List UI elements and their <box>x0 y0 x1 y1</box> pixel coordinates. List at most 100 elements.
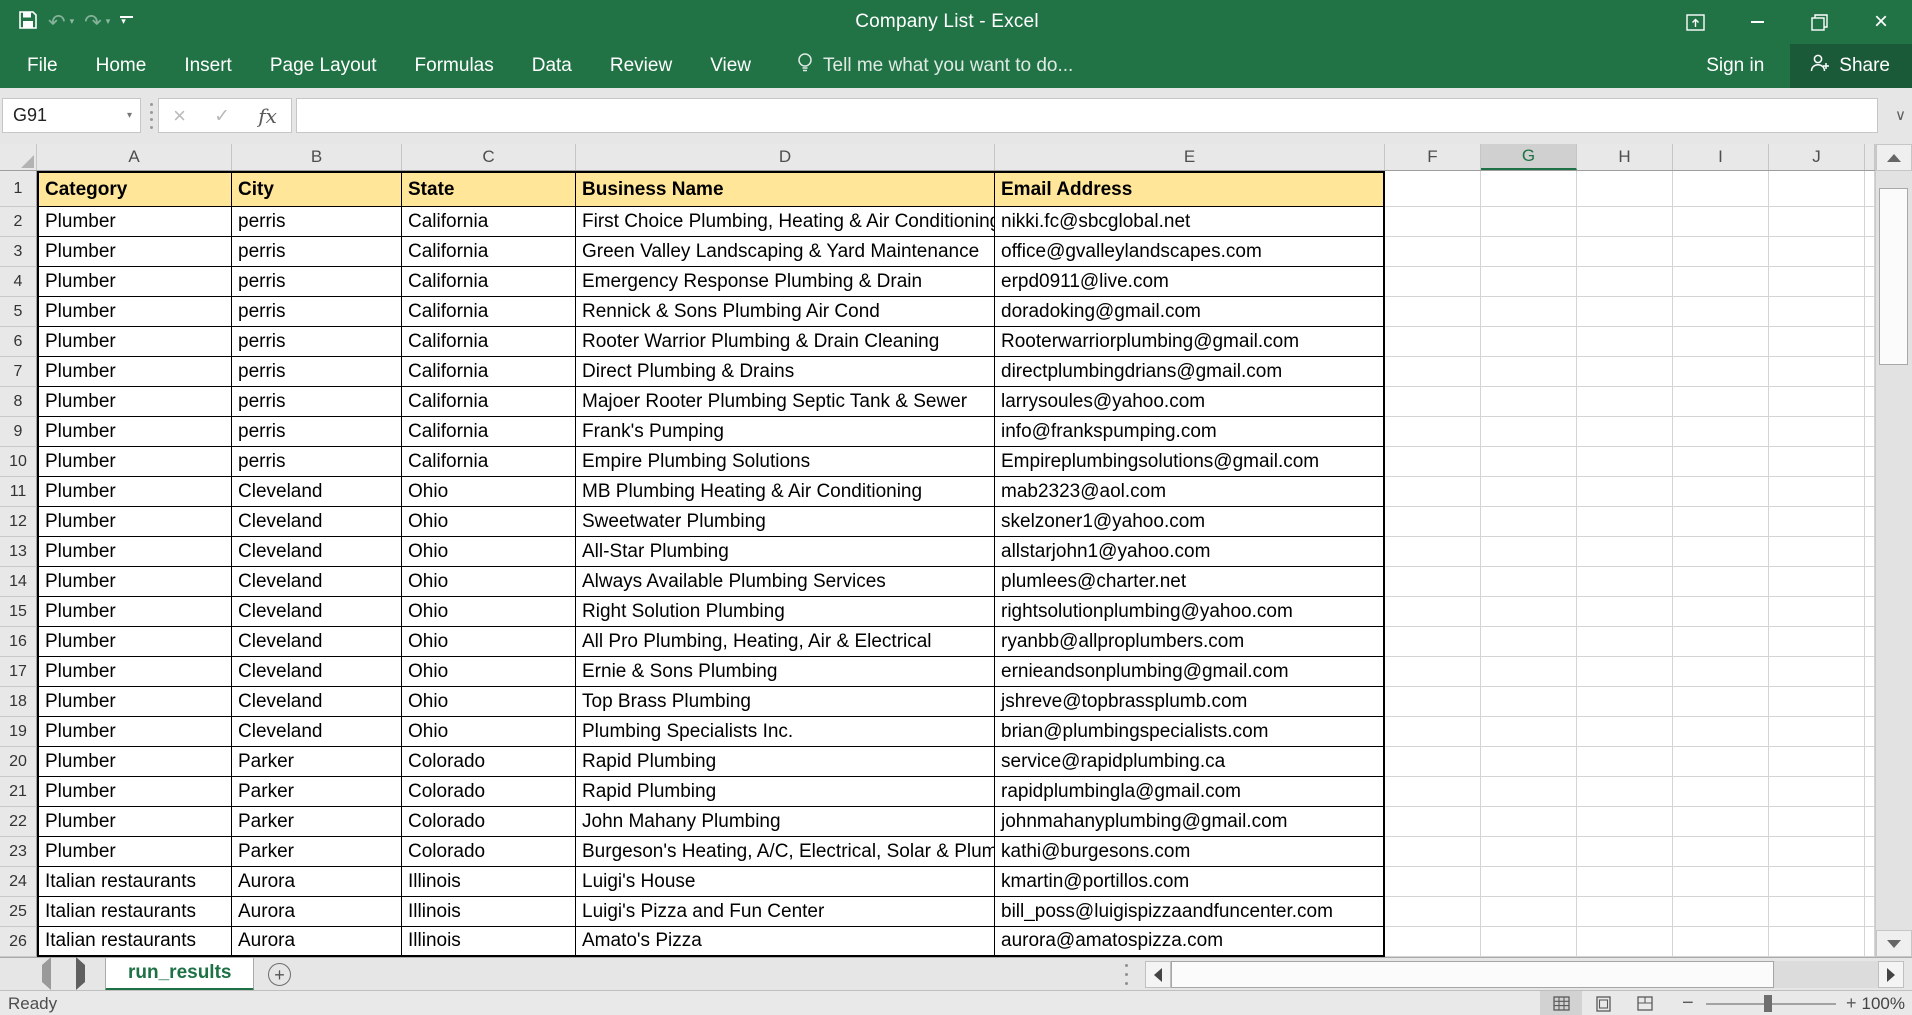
cell-J19[interactable] <box>1769 717 1865 747</box>
cell-K15[interactable] <box>1865 597 1875 627</box>
enter-check-icon[interactable]: ✓ <box>214 105 230 127</box>
cell-I26[interactable] <box>1673 927 1769 957</box>
cell-J2[interactable] <box>1769 207 1865 237</box>
cell-J20[interactable] <box>1769 747 1865 777</box>
cell-E25[interactable]: bill_poss@luigispizzaandfuncenter.com <box>995 897 1385 927</box>
cell-G19[interactable] <box>1481 717 1577 747</box>
cell-K4[interactable] <box>1865 267 1875 297</box>
cell-C24[interactable]: Illinois <box>402 867 576 897</box>
cell-D3[interactable]: Green Valley Landscaping & Yard Maintena… <box>576 237 995 267</box>
row-header-23[interactable]: 23 <box>0 837 37 867</box>
cell-H10[interactable] <box>1577 447 1673 477</box>
ribbon-tab-page-layout[interactable]: Page Layout <box>251 44 396 88</box>
cell-E2[interactable]: nikki.fc@sbcglobal.net <box>995 207 1385 237</box>
cell-F4[interactable] <box>1385 267 1481 297</box>
cell-A22[interactable]: Plumber <box>37 807 232 837</box>
cell-C3[interactable]: California <box>402 237 576 267</box>
cell-J1[interactable] <box>1769 171 1865 207</box>
cell-I14[interactable] <box>1673 567 1769 597</box>
cell-D18[interactable]: Top Brass Plumbing <box>576 687 995 717</box>
cell-J5[interactable] <box>1769 297 1865 327</box>
cell-A9[interactable]: Plumber <box>37 417 232 447</box>
cell-B17[interactable]: Cleveland <box>232 657 402 687</box>
cell-C7[interactable]: California <box>402 357 576 387</box>
cell-K1[interactable] <box>1865 171 1875 207</box>
cell-D23[interactable]: Burgeson's Heating, A/C, Electrical, Sol… <box>576 837 995 867</box>
cell-I4[interactable] <box>1673 267 1769 297</box>
cell-J24[interactable] <box>1769 867 1865 897</box>
cell-I16[interactable] <box>1673 627 1769 657</box>
cell-E22[interactable]: johnmahanyplumbing@gmail.com <box>995 807 1385 837</box>
cell-J14[interactable] <box>1769 567 1865 597</box>
cell-B21[interactable]: Parker <box>232 777 402 807</box>
share-button[interactable]: Share <box>1790 44 1912 88</box>
column-header-J[interactable]: J <box>1769 144 1865 170</box>
cell-C11[interactable]: Ohio <box>402 477 576 507</box>
column-header-H[interactable]: H <box>1577 144 1673 170</box>
cell-D21[interactable]: Rapid Plumbing <box>576 777 995 807</box>
cell-H1[interactable] <box>1577 171 1673 207</box>
cell-H3[interactable] <box>1577 237 1673 267</box>
cell-G21[interactable] <box>1481 777 1577 807</box>
cancel-icon[interactable]: × <box>173 103 186 129</box>
cell-A21[interactable]: Plumber <box>37 777 232 807</box>
ribbon-tab-formulas[interactable]: Formulas <box>396 44 513 88</box>
cell-K24[interactable] <box>1865 867 1875 897</box>
cell-I23[interactable] <box>1673 837 1769 867</box>
ribbon-tab-review[interactable]: Review <box>591 44 691 88</box>
customize-quick-access-icon[interactable]: ▾ <box>120 16 133 28</box>
cell-C1[interactable]: State <box>402 171 576 207</box>
cell-F18[interactable] <box>1385 687 1481 717</box>
cell-I13[interactable] <box>1673 537 1769 567</box>
row-header-7[interactable]: 7 <box>0 357 37 387</box>
page-layout-view-icon[interactable] <box>1582 991 1624 1015</box>
cell-A19[interactable]: Plumber <box>37 717 232 747</box>
cell-G22[interactable] <box>1481 807 1577 837</box>
cell-E21[interactable]: rapidplumbingla@gmail.com <box>995 777 1385 807</box>
cell-G6[interactable] <box>1481 327 1577 357</box>
cell-G24[interactable] <box>1481 867 1577 897</box>
cell-J17[interactable] <box>1769 657 1865 687</box>
cell-B14[interactable]: Cleveland <box>232 567 402 597</box>
cell-F20[interactable] <box>1385 747 1481 777</box>
horizontal-scrollbar[interactable] <box>1145 961 1904 988</box>
cell-E6[interactable]: Rooterwarriorplumbing@gmail.com <box>995 327 1385 357</box>
cell-I17[interactable] <box>1673 657 1769 687</box>
cell-H26[interactable] <box>1577 927 1673 957</box>
cell-J3[interactable] <box>1769 237 1865 267</box>
cell-A20[interactable]: Plumber <box>37 747 232 777</box>
cell-A8[interactable]: Plumber <box>37 387 232 417</box>
cell-H15[interactable] <box>1577 597 1673 627</box>
row-header-8[interactable]: 8 <box>0 387 37 417</box>
cell-I2[interactable] <box>1673 207 1769 237</box>
cell-E4[interactable]: erpd0911@live.com <box>995 267 1385 297</box>
cell-G3[interactable] <box>1481 237 1577 267</box>
cell-J15[interactable] <box>1769 597 1865 627</box>
cell-H8[interactable] <box>1577 387 1673 417</box>
cell-D7[interactable]: Direct Plumbing & Drains <box>576 357 995 387</box>
zoom-level[interactable]: 100% <box>1862 994 1905 1014</box>
cell-J26[interactable] <box>1769 927 1865 957</box>
cell-E23[interactable]: kathi@burgesons.com <box>995 837 1385 867</box>
cell-K14[interactable] <box>1865 567 1875 597</box>
cell-I10[interactable] <box>1673 447 1769 477</box>
cell-E24[interactable]: kmartin@portillos.com <box>995 867 1385 897</box>
row-header-1[interactable]: 1 <box>0 171 37 207</box>
cell-F7[interactable] <box>1385 357 1481 387</box>
cell-D12[interactable]: Sweetwater Plumbing <box>576 507 995 537</box>
tell-me-box[interactable]: Tell me what you want to do... <box>796 52 1073 80</box>
cell-H19[interactable] <box>1577 717 1673 747</box>
cell-D4[interactable]: Emergency Response Plumbing & Drain <box>576 267 995 297</box>
vertical-scrollbar[interactable] <box>1875 144 1912 957</box>
cell-H22[interactable] <box>1577 807 1673 837</box>
cell-C15[interactable]: Ohio <box>402 597 576 627</box>
cell-H6[interactable] <box>1577 327 1673 357</box>
cell-D15[interactable]: Right Solution Plumbing <box>576 597 995 627</box>
cell-E26[interactable]: aurora@amatospizza.com <box>995 927 1385 957</box>
cell-B7[interactable]: perris <box>232 357 402 387</box>
cell-A18[interactable]: Plumber <box>37 687 232 717</box>
row-header-16[interactable]: 16 <box>0 627 37 657</box>
cell-D13[interactable]: All-Star Plumbing <box>576 537 995 567</box>
cell-F26[interactable] <box>1385 927 1481 957</box>
cell-H5[interactable] <box>1577 297 1673 327</box>
